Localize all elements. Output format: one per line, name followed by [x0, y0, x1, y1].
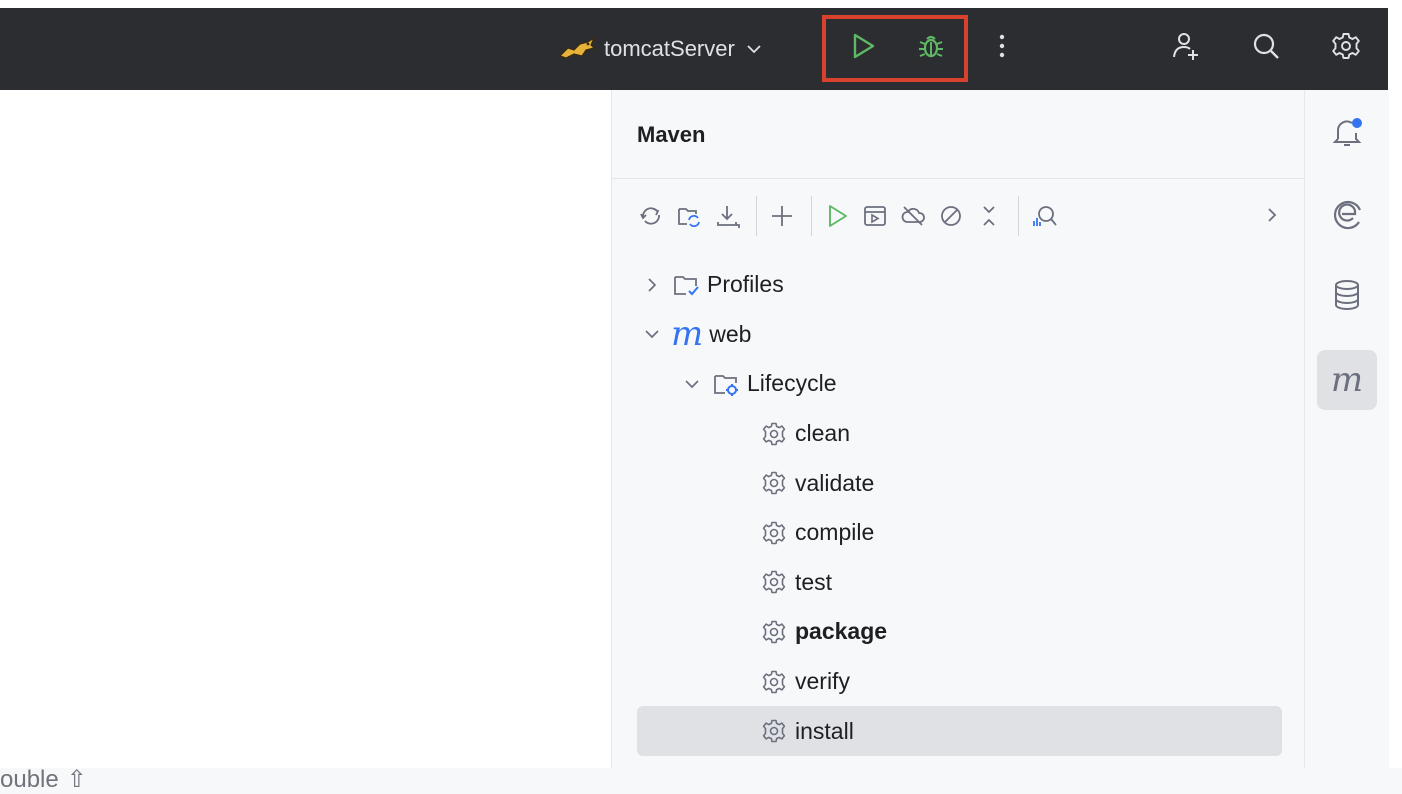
toolbar-separator: [756, 196, 757, 236]
download-icon: [717, 206, 740, 228]
tree-node-profiles[interactable]: Profiles: [637, 260, 1282, 310]
reimport-project-button[interactable]: [672, 199, 706, 233]
maven-panel-title: Maven: [637, 122, 706, 147]
maven-toolbar: [634, 196, 1065, 236]
execute-goal-icon: [864, 206, 886, 226]
chevron-down-icon[interactable]: [641, 323, 663, 345]
gear-icon: [759, 667, 789, 697]
settings-button[interactable]: [1326, 26, 1366, 66]
analyze-dependencies-button[interactable]: [1027, 199, 1061, 233]
lifecycle-goal-compile[interactable]: compile: [637, 508, 1282, 558]
add-icon: [772, 206, 792, 226]
right-margin: [1388, 0, 1402, 768]
offline-mode-icon: [901, 206, 925, 226]
editor-area[interactable]: ouble ⇧: [0, 90, 611, 793]
tree-node-label: web: [709, 320, 752, 347]
gear-icon: [759, 468, 789, 498]
more-actions-button[interactable]: [982, 26, 1022, 66]
run-configuration-name: tomcatServer: [604, 36, 735, 61]
tree-node-label: clean: [795, 420, 850, 447]
database-button[interactable]: [1317, 265, 1377, 325]
tree-node-label: verify: [795, 668, 850, 695]
add-maven-project-button[interactable]: [765, 199, 799, 233]
chevron-right-icon: [1268, 208, 1277, 222]
lifecycle-goal-test[interactable]: test: [637, 558, 1282, 608]
analyze-dependencies-icon: [1033, 206, 1057, 226]
execute-maven-goal-button[interactable]: [858, 199, 892, 233]
lifecycle-goal-verify[interactable]: verify: [637, 657, 1282, 707]
tree-node-label: package: [795, 618, 888, 645]
lifecycle-goals: clean validate compile test package verify ins…: [637, 409, 1282, 756]
download-sources-button[interactable]: [710, 199, 744, 233]
tree-node-label: install: [795, 717, 854, 744]
maven-projects-tree: Profiles m web Lifecycle clean validate c: [637, 260, 1282, 756]
lifecycle-folder-icon: [711, 369, 741, 399]
more-vertical-icon: [999, 34, 1005, 58]
run-maven-build-button[interactable]: [820, 199, 854, 233]
tree-node-lifecycle[interactable]: Lifecycle: [637, 359, 1282, 409]
gear-icon: [759, 567, 789, 597]
tree-node-label: Profiles: [707, 271, 784, 298]
collapse-all-button[interactable]: [972, 199, 1006, 233]
notifications-icon: [1332, 118, 1362, 146]
reload-all-projects-button[interactable]: [634, 199, 668, 233]
maven-icon: m: [1330, 360, 1364, 400]
hint-text: ouble: [0, 766, 59, 793]
ai-assistant-icon: [1333, 200, 1362, 230]
tree-node-label: Lifecycle: [747, 370, 837, 397]
chevron-right-icon[interactable]: [641, 274, 663, 296]
divider: [612, 178, 1305, 179]
search-icon: [1253, 33, 1279, 59]
run-configuration-selector[interactable]: tomcatServer: [558, 30, 763, 68]
right-tool-window-bar: m: [1304, 90, 1389, 768]
gear-icon: [759, 716, 789, 746]
debug-icon: [919, 35, 943, 58]
add-user-icon: [1173, 33, 1198, 60]
chevron-down-icon[interactable]: [681, 373, 703, 395]
reimport-folder-icon: [678, 208, 700, 227]
collapse-all-icon: [983, 206, 995, 226]
gear-icon: [759, 518, 789, 548]
tree-node-label: compile: [795, 519, 875, 546]
tomcat-icon: [558, 36, 596, 59]
tree-node-label: test: [795, 568, 833, 595]
maven-tool-window-button[interactable]: m: [1317, 350, 1377, 410]
tree-node-project[interactable]: m web: [637, 310, 1282, 360]
maven-tool-window: Maven Profiles m web Lifecycle clean val…: [611, 90, 1305, 768]
toolbar-separator: [1018, 196, 1019, 236]
database-icon: [1335, 280, 1359, 310]
lifecycle-goal-package[interactable]: package: [637, 607, 1282, 657]
lifecycle-goal-install[interactable]: install: [637, 706, 1282, 756]
maven-project-icon: m: [671, 314, 704, 355]
toggle-skip-tests-button[interactable]: [934, 199, 968, 233]
settings-icon: [1332, 33, 1360, 59]
ai-assistant-button[interactable]: [1317, 183, 1377, 243]
chevron-down-icon[interactable]: [745, 40, 763, 58]
run-icon: [829, 205, 847, 227]
run-button[interactable]: [843, 26, 883, 66]
run-icon: [853, 33, 875, 59]
lifecycle-goal-validate[interactable]: validate: [637, 458, 1282, 508]
gear-icon: [759, 617, 789, 647]
toolbar-separator: [811, 196, 812, 236]
gear-icon: [759, 419, 789, 449]
top-margin: [0, 0, 1402, 8]
debug-button[interactable]: [911, 26, 951, 66]
lifecycle-goal-clean[interactable]: clean: [637, 409, 1282, 459]
notifications-button[interactable]: [1317, 102, 1377, 162]
add-user-button[interactable]: [1166, 26, 1206, 66]
toggle-offline-mode-button[interactable]: [896, 199, 930, 233]
editor-empty-hint: ouble ⇧: [0, 765, 87, 794]
shift-key-glyph: ⇧: [66, 766, 87, 793]
profiles-folder-icon: [671, 270, 701, 300]
toolbar-overflow-button[interactable]: [1257, 200, 1287, 230]
reload-icon: [640, 207, 660, 225]
skip-tests-icon: [941, 206, 961, 226]
search-button[interactable]: [1246, 26, 1286, 66]
tree-node-label: validate: [795, 469, 875, 496]
